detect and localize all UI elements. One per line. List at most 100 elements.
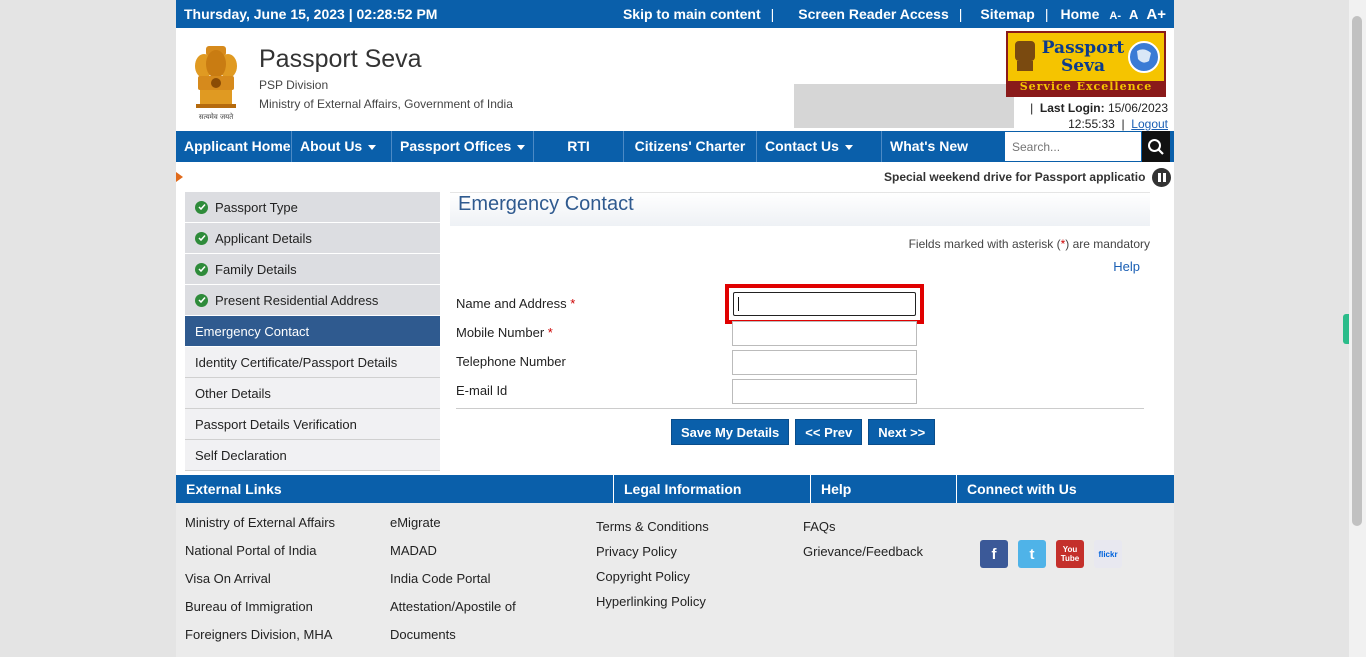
help-link[interactable]: Help [1113, 259, 1140, 274]
ticker-message[interactable]: Special weekend drive for Passport appli… [884, 170, 1146, 184]
flickr-icon[interactable]: flickr [1094, 540, 1122, 568]
facebook-icon[interactable]: f [980, 540, 1008, 568]
step-self-declaration[interactable]: Self Declaration [185, 440, 440, 471]
form-content: Emergency Contact Fields marked with ast… [450, 192, 1150, 445]
form-buttons: Save My Details << Prev Next >> [671, 419, 936, 445]
search-icon [1148, 138, 1164, 155]
footer-heading-help: Help [810, 475, 956, 503]
name-address-input[interactable] [734, 293, 915, 315]
email-input[interactable] [733, 380, 916, 403]
logo-line2: Seva [1061, 56, 1105, 76]
nav-label: About Us [300, 138, 363, 154]
check-icon [195, 262, 208, 276]
separator: | [1121, 117, 1125, 131]
pause-icon[interactable] [1152, 168, 1171, 187]
step-passport-verification[interactable]: Passport Details Verification [185, 409, 440, 440]
nav-rti[interactable]: RTI [534, 131, 624, 162]
font-decrease-button[interactable]: A- [1109, 10, 1121, 22]
nav-label: Citizens' Charter [634, 138, 746, 154]
page-scrollbar[interactable] [1349, 0, 1366, 657]
separator: | [1030, 101, 1034, 115]
ministry-name: Ministry of External Affairs, Government… [259, 97, 513, 111]
footer-legal-link[interactable]: Copyright Policy [596, 569, 690, 584]
nav-label: Contact Us [765, 138, 839, 154]
step-applicant-details[interactable]: Applicant Details [185, 223, 440, 254]
next-button[interactable]: Next >> [868, 419, 936, 445]
emblem-caption: सत्यमेव जयते [199, 112, 234, 121]
news-ticker: Special weekend drive for Passport appli… [176, 165, 1174, 189]
footer-help-link[interactable]: Grievance/Feedback [803, 544, 923, 559]
youtube-icon[interactable]: You Tube [1056, 540, 1084, 568]
logout-link[interactable]: Logout [1131, 117, 1168, 131]
footer-legal-link[interactable]: Privacy Policy [596, 544, 677, 559]
banner-placeholder [794, 84, 1014, 128]
footer-heading-legal: Legal Information [613, 475, 810, 503]
step-label: Present Residential Address [215, 292, 379, 308]
last-login-date: 15/06/2023 [1107, 101, 1168, 115]
search-box [1004, 131, 1142, 162]
last-login-line: | Last Login: 15/06/2023 [1030, 100, 1168, 116]
current-datetime: Thursday, June 15, 2023 | 02:28:52 PM [184, 6, 438, 22]
last-login-info: | Last Login: 15/06/2023 12:55:33 | Logo… [1030, 100, 1168, 132]
step-identity-certificate[interactable]: Identity Certificate/Passport Details [185, 347, 440, 378]
footer-link[interactable]: India Code Portal [390, 571, 490, 586]
nav-applicant-home[interactable]: Applicant Home [176, 131, 292, 162]
scrollbar-thumb[interactable] [1352, 16, 1362, 526]
footer-link[interactable]: MADAD [390, 543, 437, 558]
screen-reader-link[interactable]: Screen Reader Access [798, 6, 948, 22]
footer-link[interactable]: National Portal of India [185, 543, 317, 558]
label-text: Name and Address [456, 296, 567, 311]
check-icon [195, 231, 208, 245]
font-increase-button[interactable]: A+ [1146, 6, 1166, 23]
nav-label: What's New [890, 138, 969, 154]
nav-passport-offices[interactable]: Passport Offices [392, 131, 534, 162]
footer-link[interactable]: Attestation/Apostile of [390, 599, 516, 614]
footer-legal-link[interactable]: Terms & Conditions [596, 519, 709, 534]
footer-link[interactable]: Foreigners Division, MHA [185, 627, 332, 642]
site-header: सत्यमेव जयते Passport Seva PSP Division … [176, 28, 1174, 131]
nav-citizens-charter[interactable]: Citizens' Charter [624, 131, 757, 162]
step-passport-type[interactable]: Passport Type [185, 192, 440, 223]
mandatory-post: ) are mandatory [1065, 237, 1150, 251]
step-family-details[interactable]: Family Details [185, 254, 440, 285]
last-login-time: 12:55:33 [1068, 117, 1115, 131]
nav-whats-new[interactable]: What's New [882, 131, 994, 162]
save-details-button[interactable]: Save My Details [671, 419, 790, 445]
footer-link[interactable]: eMigrate [390, 515, 441, 530]
footer-help-link[interactable]: FAQs [803, 519, 836, 534]
mobile-input[interactable] [733, 322, 916, 345]
nav-contact-us[interactable]: Contact Us [757, 131, 882, 162]
text-cursor [738, 297, 739, 311]
site-footer: External Links Legal Information Help Co… [176, 475, 1174, 657]
prev-button[interactable]: << Prev [795, 419, 863, 445]
caret-down-icon [368, 144, 377, 150]
last-login-label: Last Login: [1039, 101, 1105, 115]
step-emergency-contact[interactable]: Emergency Contact [185, 316, 440, 347]
skip-to-main-link[interactable]: Skip to main content [623, 6, 761, 22]
step-other-details[interactable]: Other Details [185, 378, 440, 409]
form-divider [456, 408, 1144, 409]
step-label: Emergency Contact [195, 323, 310, 339]
sitemap-link[interactable]: Sitemap [980, 6, 1034, 22]
footer-heading-external: External Links [186, 481, 282, 497]
search-input[interactable] [1005, 132, 1141, 161]
twitter-icon[interactable]: t [1018, 540, 1046, 568]
home-link[interactable]: Home [1061, 6, 1100, 22]
separator: | [1044, 6, 1049, 22]
field-telephone: Telephone Number [456, 350, 1146, 375]
nav-about-us[interactable]: About Us [292, 131, 392, 162]
feedback-side-tab[interactable] [1343, 314, 1349, 344]
footer-link[interactable]: Bureau of Immigration [185, 599, 313, 614]
telephone-input[interactable] [733, 351, 916, 374]
logo-text: Passport Seva [1042, 39, 1125, 75]
mandatory-pre: Fields marked with asterisk ( [908, 237, 1061, 251]
site-title[interactable]: Passport Seva [259, 45, 422, 74]
search-button[interactable] [1142, 131, 1170, 162]
footer-legal-link[interactable]: Hyperlinking Policy [596, 594, 706, 609]
font-normal-button[interactable]: A [1129, 7, 1138, 22]
footer-link[interactable]: Visa On Arrival [185, 571, 271, 586]
step-present-address[interactable]: Present Residential Address [185, 285, 440, 316]
check-icon [195, 293, 208, 307]
footer-link[interactable]: Ministry of External Affairs [185, 515, 335, 530]
footer-link[interactable]: Documents [390, 627, 456, 642]
